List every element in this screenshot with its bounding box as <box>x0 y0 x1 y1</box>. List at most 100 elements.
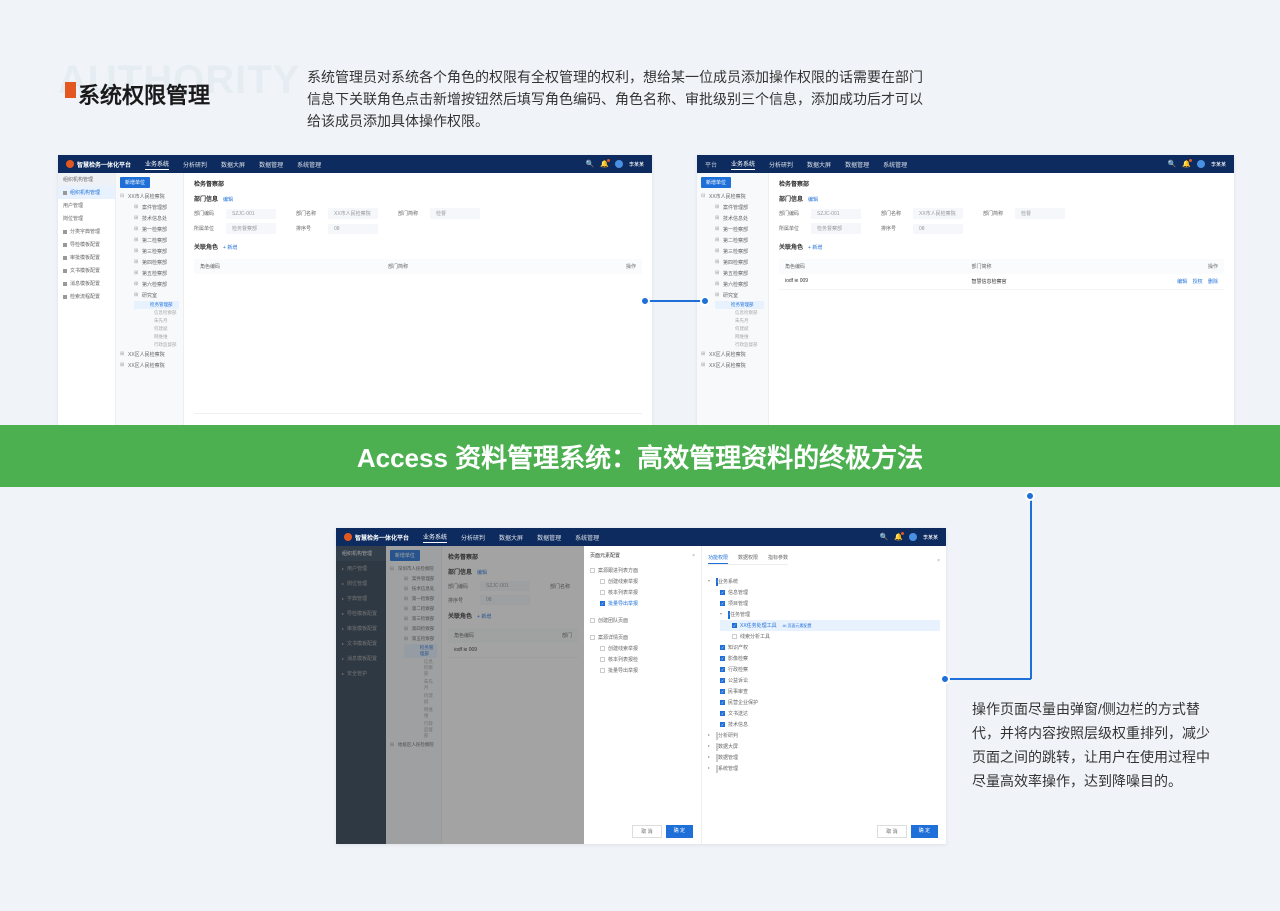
tree-leaf[interactable]: 网维维 <box>715 333 764 341</box>
tree-node[interactable]: 地级区人民检察院 <box>390 740 437 750</box>
delete-link[interactable]: 删除 <box>1208 279 1218 285</box>
tree-node[interactable]: 线索分析工具 <box>732 631 940 642</box>
tab-feature-permission[interactable]: 功能权限 <box>708 552 728 564</box>
close-icon[interactable]: × <box>937 558 940 564</box>
search-icon[interactable]: 🔍 <box>880 533 889 541</box>
tree-leaf[interactable]: 何建斌 <box>715 325 764 333</box>
sidebar-item[interactable]: 用户管理 <box>58 199 115 212</box>
checkbox-item[interactable]: 批量导出举报 <box>600 665 695 676</box>
tree-node[interactable]: 民营企业保护 <box>720 697 940 708</box>
add-role-link[interactable]: + 新增 <box>477 614 491 620</box>
sidebar-item[interactable]: 审批模板配置 <box>336 621 386 636</box>
tree-node[interactable]: 业务系统 <box>708 576 940 587</box>
tree-leaf[interactable]: 朱先月 <box>715 317 764 325</box>
cancel-button[interactable]: 取 消 <box>632 825 661 838</box>
cancel-button[interactable]: 取 消 <box>877 825 906 838</box>
tree-node[interactable]: 知识产权 <box>720 642 940 653</box>
avatar[interactable] <box>1197 160 1205 168</box>
nav-item[interactable]: 数据管理 <box>845 160 869 169</box>
tree-node[interactable]: 信息管理 <box>720 587 940 598</box>
user-name[interactable]: 李某某 <box>629 161 644 168</box>
user-name[interactable]: 李某某 <box>1211 161 1226 168</box>
bell-icon[interactable]: 🔔 <box>1182 160 1191 168</box>
edit-link[interactable]: 编辑 <box>223 197 233 203</box>
tree-node[interactable]: 第二检察部 <box>404 604 437 614</box>
tree-root[interactable]: XX市人民检察院 <box>120 191 179 202</box>
tab-metric-param[interactable]: 指标参数 <box>768 552 788 564</box>
grant-link[interactable]: 授权 <box>1193 279 1203 285</box>
sidebar-item[interactable]: 文书模板配置 <box>336 636 386 651</box>
tree-node[interactable]: 任务管理 <box>720 609 940 620</box>
tree-node[interactable]: 研究室 <box>715 290 764 301</box>
nav-item[interactable]: 数据大屏 <box>499 533 523 542</box>
nav-item[interactable]: 数据大屏 <box>221 160 245 169</box>
tree-node[interactable]: 第四检察部 <box>715 257 764 268</box>
sidebar-item[interactable]: 审批模板配置 <box>58 251 115 264</box>
confirm-button[interactable]: 确 定 <box>911 825 938 838</box>
sidebar-item[interactable]: 消息模板配置 <box>336 651 386 666</box>
tree-node[interactable]: 第一检察部 <box>404 594 437 604</box>
tree-node[interactable]: 民事审查 <box>720 686 940 697</box>
tree-leaf[interactable]: 行政监督部 <box>134 341 179 349</box>
checkbox-item[interactable]: 案源跟进列表方面 <box>590 565 695 576</box>
tree-leaf[interactable]: 检务管理部 <box>404 644 437 658</box>
tree-node[interactable]: XX任务处理工具AI 页面元素配置 <box>732 620 940 631</box>
sidebar-item[interactable]: 安全管护 <box>336 666 386 681</box>
tree-node[interactable]: 第四检察部 <box>134 257 179 268</box>
tab-data-permission[interactable]: 数据权限 <box>738 552 758 564</box>
tree-node[interactable]: 公益诉讼 <box>720 675 940 686</box>
tree-root[interactable]: 深圳市人民检察院 <box>390 564 437 574</box>
tree-node[interactable]: XX区人民检察院 <box>701 360 764 371</box>
tree-node[interactable]: 第六检察部 <box>715 279 764 290</box>
tree-node[interactable]: 技术信息 <box>720 719 940 730</box>
ai-config-link[interactable]: AI 页面元素配置 <box>783 623 812 629</box>
tree-node[interactable]: 技术信息处 <box>404 584 437 594</box>
search-icon[interactable]: 🔍 <box>586 160 595 168</box>
sidebar-item[interactable]: 组织机构管理 <box>58 186 115 199</box>
nav-item[interactable]: 分析研判 <box>461 533 485 542</box>
tree-leaf[interactable]: 检务管理部 <box>134 301 179 309</box>
checkbox-item[interactable]: 案源详情页面 <box>590 632 695 643</box>
nav-item[interactable]: 数据大屏 <box>807 160 831 169</box>
tree-node[interactable]: 技术信息处 <box>134 213 179 224</box>
checkbox-item[interactable]: 核本列表举报 <box>600 587 695 598</box>
sidebar-item[interactable]: 岗位管理 <box>58 212 115 225</box>
tree-leaf[interactable]: 检务管理部 <box>715 301 764 309</box>
add-role-link[interactable]: + 新增 <box>223 245 237 251</box>
nav-item[interactable]: 分析研判 <box>769 160 793 169</box>
edit-link[interactable]: 编辑 <box>477 570 487 576</box>
avatar[interactable] <box>615 160 623 168</box>
add-unit-button[interactable]: 新增单位 <box>120 177 150 188</box>
checkbox-item[interactable]: 核本列表报检 <box>600 654 695 665</box>
tree-node[interactable]: 第五检察部 <box>715 268 764 279</box>
sidebar-item[interactable]: 字典管理 <box>336 591 386 606</box>
checkbox-item[interactable]: 批量导出举报 <box>600 598 695 609</box>
user-name[interactable]: 李某某 <box>923 534 938 541</box>
tree-node[interactable]: 第三检察部 <box>715 246 764 257</box>
confirm-button[interactable]: 确 定 <box>666 825 693 838</box>
tree-leaf[interactable]: 行政监督部 <box>715 341 764 349</box>
tree-node[interactable]: 第三检察部 <box>404 614 437 624</box>
tree-node[interactable]: XX区人民检察院 <box>701 349 764 360</box>
tree-node[interactable]: 研究室 <box>134 290 179 301</box>
tree-node[interactable]: 第四检察部 <box>404 624 437 634</box>
bell-icon[interactable]: 🔔 <box>600 160 609 168</box>
tree-node[interactable]: 第二检察部 <box>134 235 179 246</box>
checkbox-item[interactable]: 创建线索举报 <box>600 576 695 587</box>
tree-node[interactable]: 项目管理 <box>720 598 940 609</box>
sidebar-item[interactable]: 检索流程配置 <box>58 290 115 303</box>
sidebar-item[interactable]: 导检模板配置 <box>336 606 386 621</box>
tree-node[interactable]: 案件管理部 <box>134 202 179 213</box>
add-unit-button[interactable]: 新增单位 <box>390 550 420 561</box>
tree-node[interactable]: 案件管理部 <box>715 202 764 213</box>
nav-item[interactable]: 业务系统 <box>423 532 447 543</box>
tree-node[interactable]: 第二检察部 <box>715 235 764 246</box>
tree-node[interactable]: XX区人民检察院 <box>120 360 179 371</box>
tree-leaf[interactable]: 朱先月 <box>404 678 437 692</box>
tree-subnode[interactable]: 信息检察部 <box>715 309 764 317</box>
tree-node[interactable]: 第五检察部 <box>404 634 437 644</box>
close-icon[interactable]: × <box>692 553 695 559</box>
nav-item[interactable]: 业务系统 <box>145 159 169 170</box>
nav-item[interactable]: 业务系统 <box>731 159 755 170</box>
checkbox-item[interactable]: 创建线索举报 <box>600 643 695 654</box>
